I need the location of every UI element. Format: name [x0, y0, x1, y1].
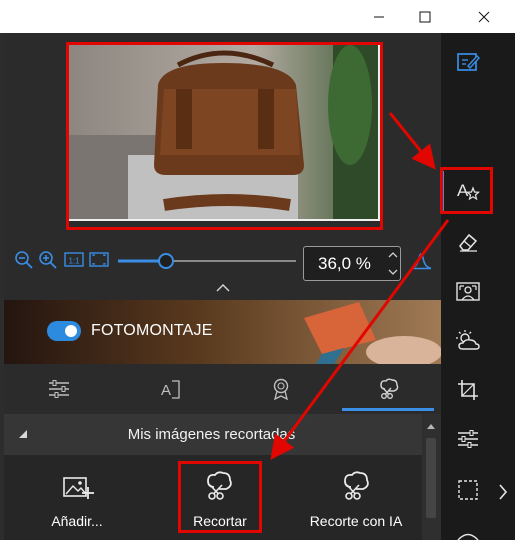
- annotation-arrows: [270, 112, 450, 460]
- app-window: 1:1 36,0 % FOTOMONTAJE A Mis imágenes re…: [0, 0, 515, 540]
